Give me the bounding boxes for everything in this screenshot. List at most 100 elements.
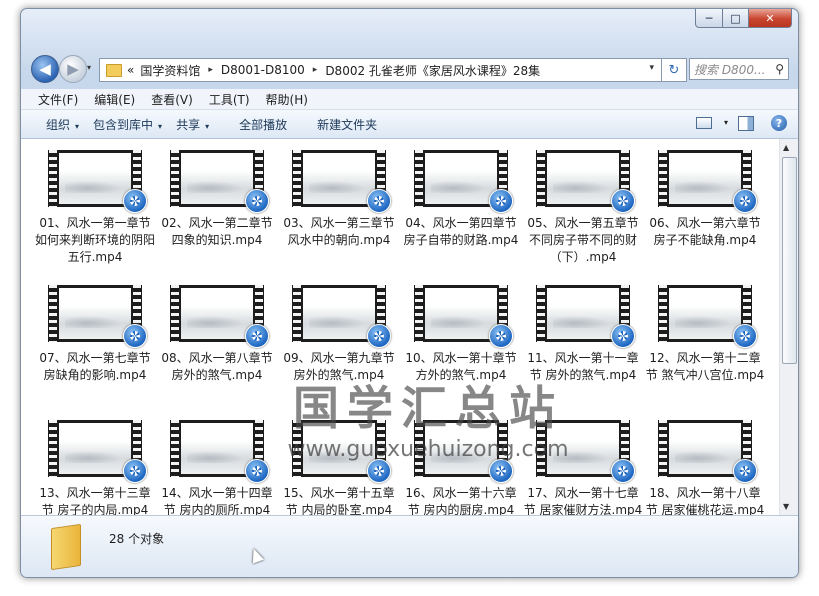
help-icon[interactable]: ? <box>771 115 787 131</box>
media-player-icon <box>245 459 269 483</box>
video-thumbnail <box>170 150 269 213</box>
details-pane: 28 个对象 <box>21 515 798 577</box>
menu-help[interactable]: 帮助(H) <box>258 91 316 108</box>
search-icon[interactable]: ⚲ <box>775 62 784 76</box>
video-thumbnail <box>658 285 757 348</box>
file-item[interactable]: 06、风水一第六章节 房子不能缺角.mp4 <box>644 150 766 274</box>
file-name: 03、风水一第三章节 风水中的朝向.mp4 <box>283 216 395 247</box>
file-item[interactable]: 17、风水一第十七章节 居家催财方法.mp4 <box>522 420 644 515</box>
file-item[interactable]: 14、风水一第十四章节 房内的厕所.mp4 <box>156 420 278 515</box>
file-name: 06、风水一第六章节 房子不能缺角.mp4 <box>649 216 761 247</box>
share-button[interactable]: 共享 ▾ <box>176 116 223 133</box>
back-button[interactable]: ◀ <box>31 55 59 83</box>
organize-button[interactable]: 组织 ▾ <box>21 116 93 133</box>
file-item[interactable]: 09、风水一第九章节 房外的煞气.mp4 <box>278 285 400 409</box>
menu-bar: 文件(F) 编辑(E) 查看(V) 工具(T) 帮助(H) <box>21 89 798 110</box>
file-item[interactable]: 03、风水一第三章节 风水中的朝向.mp4 <box>278 150 400 274</box>
menu-edit[interactable]: 编辑(E) <box>86 91 143 108</box>
media-player-icon <box>123 324 147 348</box>
media-player-icon <box>367 459 391 483</box>
file-item[interactable]: 02、风水一第二章节 四象的知识.mp4 <box>156 150 278 274</box>
share-label: 共享 <box>176 117 201 132</box>
video-thumbnail <box>292 285 391 348</box>
file-item[interactable]: 16、风水一第十六章节 房内的厨房.mp4 <box>400 420 522 515</box>
maximize-button[interactable]: □ <box>723 9 749 28</box>
file-item[interactable]: 18、风水一第十八章节 居家催桃花运.mp4 <box>644 420 766 515</box>
folder-icon <box>106 63 122 77</box>
search-input[interactable]: 搜索 D800... ⚲ <box>689 58 789 80</box>
file-name: 18、风水一第十八章节 居家催桃花运.mp4 <box>645 486 765 515</box>
file-name: 04、风水一第四章节 房子自带的财路.mp4 <box>403 216 519 247</box>
breadcrumb-item[interactable]: 国学资料馆 <box>140 62 200 79</box>
scroll-up-icon[interactable]: ▲ <box>783 143 789 152</box>
file-name: 11、风水一第十一章节 房外的煞气.mp4 <box>527 351 639 382</box>
media-player-icon <box>489 324 513 348</box>
file-item[interactable]: 01、风水一第一章节如何来判断环境的阴阳五行.mp4 <box>34 150 156 274</box>
video-thumbnail <box>292 420 391 483</box>
video-thumbnail <box>48 150 147 213</box>
media-player-icon <box>245 324 269 348</box>
search-placeholder: 搜索 D800... <box>694 62 766 77</box>
play-all-button[interactable]: 全部播放 <box>223 116 301 133</box>
folder-icon <box>51 523 81 571</box>
forward-button[interactable]: ▶ <box>59 55 87 83</box>
menu-view[interactable]: 查看(V) <box>143 91 201 108</box>
breadcrumb-separator[interactable]: ▸ <box>208 65 213 75</box>
file-item[interactable]: 07、风水一第七章节 房缺角的影响.mp4 <box>34 285 156 409</box>
address-bar[interactable]: « ▸ 国学资料馆 ▸ D8001-D8100 ▸ D8002 孔雀老师《家居风… <box>99 58 663 82</box>
video-thumbnail <box>48 285 147 348</box>
include-in-library-button[interactable]: 包含到库中 ▾ <box>93 116 176 133</box>
file-name: 02、风水一第二章节 四象的知识.mp4 <box>161 216 273 247</box>
video-thumbnail <box>536 420 635 483</box>
new-folder-button[interactable]: 新建文件夹 <box>301 116 391 133</box>
file-item[interactable]: 10、风水一第十章节 方外的煞气.mp4 <box>400 285 522 409</box>
file-item[interactable]: 15、风水一第十五章节 内局的卧室.mp4 <box>278 420 400 515</box>
chevron-down-icon[interactable]: ▾ <box>724 118 728 127</box>
minimize-button[interactable]: ─ <box>695 9 723 28</box>
media-player-icon <box>489 189 513 213</box>
chevron-down-icon: ▾ <box>75 121 80 131</box>
window-controls: ─ □ ✕ <box>695 9 792 28</box>
media-player-icon <box>733 324 757 348</box>
include-label: 包含到库中 <box>93 117 154 132</box>
file-item[interactable]: 13、风水一第十三章节 房子的内局.mp4 <box>34 420 156 515</box>
media-player-icon <box>367 189 391 213</box>
file-item[interactable]: 12、风水一第十二章节 煞气冲八宫位.mp4 <box>644 285 766 409</box>
scroll-thumb[interactable] <box>782 157 797 364</box>
organize-label: 组织 <box>46 117 71 132</box>
file-name: 14、风水一第十四章节 房内的厕所.mp4 <box>161 486 273 515</box>
address-row: ◀ ▶ ▾ « ▸ 国学资料馆 ▸ D8001-D8100 ▸ D8002 孔雀… <box>21 49 798 85</box>
file-list[interactable]: 01、风水一第一章节如何来判断环境的阴阳五行.mp4 02、风水一第二章节 四象的… <box>21 139 779 515</box>
file-name: 10、风水一第十章节 方外的煞气.mp4 <box>405 351 517 382</box>
vertical-scrollbar[interactable]: ▲ ▼ <box>779 139 798 515</box>
close-button[interactable]: ✕ <box>749 9 792 28</box>
menu-file[interactable]: 文件(F) <box>21 91 86 108</box>
command-bar: 组织 ▾ 包含到库中 ▾ 共享 ▾ 全部播放 新建文件夹 ▾ ? <box>21 110 798 139</box>
breadcrumb-separator[interactable]: ▸ <box>313 65 318 75</box>
file-item[interactable]: 05、风水一第五章节 不同房子带不同的财（下）.mp4 <box>522 150 644 274</box>
video-thumbnail <box>48 420 147 483</box>
file-name: 16、风水一第十六章节 房内的厨房.mp4 <box>405 486 517 515</box>
breadcrumb-item[interactable]: D8002 孔雀老师《家居风水课程》28集 <box>325 62 540 79</box>
media-player-icon <box>367 324 391 348</box>
refresh-button[interactable]: ↻ <box>661 58 687 82</box>
preview-pane-icon[interactable] <box>738 116 754 131</box>
file-item[interactable]: 08、风水一第八章节 房外的煞气.mp4 <box>156 285 278 409</box>
file-item[interactable]: 11、风水一第十一章节 房外的煞气.mp4 <box>522 285 644 409</box>
media-player-icon <box>733 189 757 213</box>
video-thumbnail <box>292 150 391 213</box>
video-thumbnail <box>536 150 635 213</box>
media-player-icon <box>611 324 635 348</box>
file-name: 13、风水一第十三章节 房子的内局.mp4 <box>39 486 151 515</box>
change-view-icon[interactable] <box>696 117 712 129</box>
video-thumbnail <box>658 420 757 483</box>
scroll-down-icon[interactable]: ▼ <box>783 502 789 511</box>
address-dropdown[interactable]: ▾ <box>649 63 654 73</box>
video-thumbnail <box>414 150 513 213</box>
menu-tools[interactable]: 工具(T) <box>201 91 258 108</box>
file-item[interactable]: 04、风水一第四章节 房子自带的财路.mp4 <box>400 150 522 274</box>
recent-pages-dropdown[interactable]: ▾ <box>87 63 91 72</box>
address-prefix[interactable]: « <box>127 63 134 77</box>
file-name: 08、风水一第八章节 房外的煞气.mp4 <box>161 351 273 382</box>
breadcrumb-item[interactable]: D8001-D8100 <box>221 63 305 77</box>
